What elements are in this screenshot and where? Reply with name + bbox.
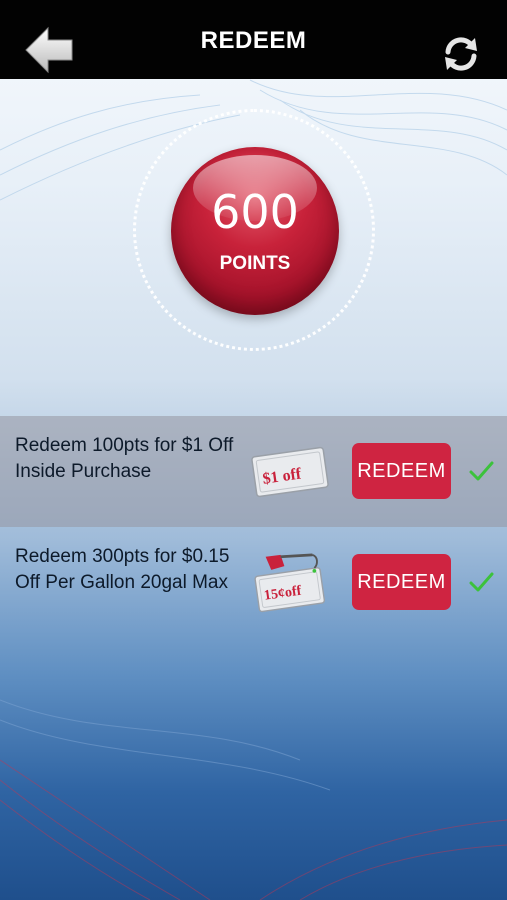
fuel-discount-coupon-icon: 15¢off <box>254 553 326 613</box>
page-title: REDEEM <box>200 26 307 54</box>
points-value: 600 <box>211 185 299 239</box>
refresh-icon <box>445 37 477 71</box>
top-bar: REDEEM <box>0 0 507 79</box>
points-badge: 600 POINTS <box>171 147 339 315</box>
back-arrow-icon <box>25 26 73 74</box>
redeem-button[interactable]: REDEEM <box>352 554 451 610</box>
dollar-off-coupon-icon: $1 off <box>251 446 329 498</box>
offer-row[interactable]: Redeem 300pts for $0.15 Off Per Gallon 2… <box>0 527 507 638</box>
offer-row[interactable]: Redeem 100pts for $1 Off Inside Purchase… <box>0 416 507 527</box>
checkmark-icon[interactable] <box>468 569 494 595</box>
checkmark-icon[interactable] <box>468 458 494 484</box>
offer-description: Redeem 300pts for $0.15 Off Per Gallon 2… <box>15 546 230 593</box>
redeem-button[interactable]: REDEEM <box>352 443 451 499</box>
points-label: POINTS <box>219 253 291 274</box>
points-display: 600 POINTS <box>133 109 375 351</box>
offer-description: Redeem 100pts for $1 Off Inside Purchase <box>15 435 234 482</box>
back-button[interactable] <box>22 26 76 74</box>
refresh-button[interactable] <box>440 34 482 74</box>
